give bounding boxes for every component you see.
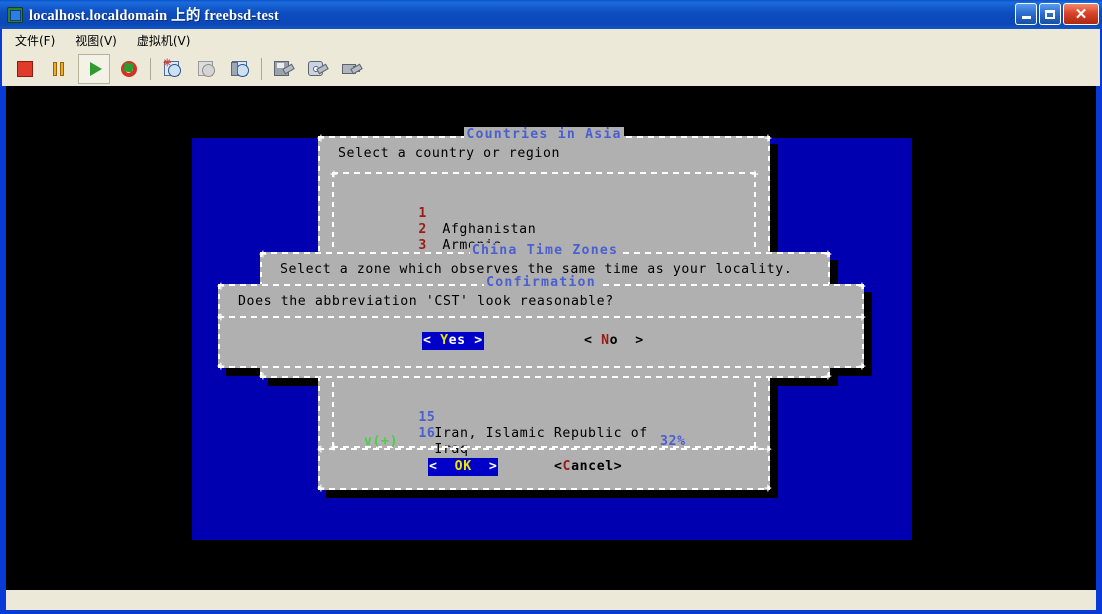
snapshot-manager-button[interactable] [225,55,255,83]
tz-corner-bl: + [259,372,266,381]
cf-button-row-frame: + + [218,316,864,368]
menu-file[interactable]: 文件(F) [12,31,58,50]
no-label-rest: o [610,333,619,348]
usb-settings-button[interactable] [336,55,366,83]
close-button[interactable]: ✕ [1063,3,1099,25]
no-button[interactable]: < No > [584,332,644,350]
maximize-button[interactable] [1039,3,1061,25]
revert-snapshot-icon [197,60,215,77]
window-title: localhost.localdomain 上的 freebsd-test [29,4,279,25]
statusbar [6,590,1096,610]
window-controls: ✕ [1015,3,1099,25]
window-titlebar: localhost.localdomain 上的 freebsd-test ✕ [0,0,1102,29]
reset-button[interactable] [114,55,144,83]
btnrow-corner-tr: + [764,445,771,454]
confirmation-dialog[interactable]: + + + + Confirmation Does the abbreviati… [218,284,864,368]
maximize-icon [1045,10,1055,19]
toolbar-separator-2 [261,58,262,80]
cancel-label-rest: ancel [571,459,614,474]
cancel-button[interactable]: <Cancel> [554,458,622,476]
countries-dialog-title: Countries in Asia [318,128,770,142]
cancel-hotkey: C [563,459,572,474]
list-corner-tl: + [330,170,337,179]
close-icon: ✕ [1075,7,1088,22]
tz-border-bottom [260,376,830,378]
usb-icon [342,61,360,76]
cf-btnrow-corner-tl: + [217,313,224,322]
reset-icon [121,61,137,77]
pause-icon [52,62,66,76]
minimize-icon [1022,16,1031,19]
timezone-dialog-title: China Time Zones [260,244,830,258]
snapshot-manager-icon [231,60,249,77]
ok-hotkey: O [455,459,464,474]
btnrow-corner-tl: + [317,445,324,454]
button-row-border-top [318,448,770,450]
yes-label-rest: es [449,333,466,348]
scroll-percent: 32% [660,436,686,448]
no-bracket-left: < [584,333,593,348]
toolbar-separator-1 [150,58,151,80]
menu-view[interactable]: 视图(V) [72,31,120,50]
play-button[interactable] [78,54,110,84]
tz-corner-br: + [824,372,831,381]
ok-button[interactable]: < OK > [428,458,498,476]
vm-icon [6,6,23,23]
snapshot-icon: ✳ [163,60,181,77]
ok-label-rest: K [463,459,472,474]
menubar: 文件(F) 视图(V) 虚拟机(V) [2,29,1100,51]
yes-bracket-right: > [474,333,483,348]
pause-button[interactable] [44,55,74,83]
no-hotkey: N [601,333,610,348]
cdrom-settings-button[interactable] [302,55,332,83]
stop-button[interactable] [10,55,40,83]
floppy-icon [274,61,292,76]
scroll-down-marker: v(+) [364,436,398,448]
no-bracket-right: > [635,333,644,348]
floppy-settings-button[interactable] [268,55,298,83]
menu-vm[interactable]: 虚拟机(V) [134,31,194,50]
revert-snapshot-button[interactable] [191,55,221,83]
confirmation-dialog-title: Confirmation [218,276,864,290]
cf-btnrow-corner-tr: + [858,313,865,322]
countries-dialog-prompt: Select a country or region [338,146,560,162]
vm-console[interactable]: + + + + Countries in Asia Select a count… [6,86,1096,590]
button-row-frame: + + [318,448,770,490]
vmware-window: localhost.localdomain 上的 freebsd-test ✕ … [0,0,1102,614]
list-border-top [332,172,756,174]
yes-bracket-left: < [423,333,432,348]
confirmation-message: Does the abbreviation 'CST' look reasona… [238,294,614,310]
list-corner-tr: + [751,170,758,179]
minimize-button[interactable] [1015,3,1037,25]
snapshot-button[interactable]: ✳ [157,55,187,83]
yes-button[interactable]: < Yes > [422,332,484,350]
cdrom-icon [308,61,326,76]
toolbar: ✳ [2,51,1100,86]
yes-hotkey: Y [440,333,449,348]
stop-icon [17,61,33,77]
play-icon [90,62,102,76]
cf-buttonrow-border-top [218,316,864,318]
